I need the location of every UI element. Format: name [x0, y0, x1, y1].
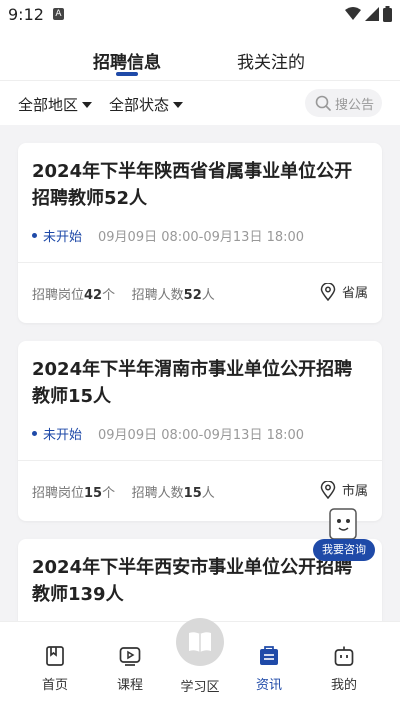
status-text: 未开始 — [43, 428, 83, 443]
status-badge: 未开始 — [32, 424, 82, 443]
positions-unit: 个 — [102, 288, 116, 303]
status-filter[interactable]: 全部状态 — [109, 94, 184, 115]
active-tab-indicator — [116, 72, 138, 76]
divider — [18, 460, 382, 461]
location-text: 市属 — [341, 484, 368, 499]
job-card-title: 2024年下半年陕西省省属事业单位公开招聘教师52人 — [32, 161, 353, 209]
job-location: 省属 — [320, 282, 368, 301]
location-pin-icon — [320, 282, 336, 301]
status-dot — [32, 233, 37, 238]
news-icon — [260, 646, 278, 665]
robot-face-icon — [334, 646, 354, 666]
nav-home[interactable]: 首页 — [25, 644, 85, 693]
status-icons — [345, 6, 392, 22]
positions-count: 15 — [84, 486, 103, 501]
people-label: 招聘人数 — [131, 486, 184, 501]
consult-button[interactable]: 我要咨询 — [313, 505, 375, 561]
nav-courses[interactable]: 课程 — [100, 644, 160, 693]
tab-my-following[interactable]: 我关注的 — [237, 48, 305, 73]
nav-label: 资讯 — [255, 678, 282, 693]
nav-news[interactable]: 资讯 — [239, 644, 299, 693]
status-filter-label: 全部状态 — [109, 96, 170, 114]
caret-down-icon — [82, 101, 93, 108]
region-filter-label: 全部地区 — [18, 96, 79, 114]
bottom-nav: 首页 课程 学习区 资讯 我的 — [0, 618, 400, 712]
signal-icon — [365, 7, 379, 21]
positions-label: 招聘岗位 — [32, 288, 85, 303]
job-stats: 招聘岗位42个 招聘人数52人 — [32, 284, 215, 303]
status-dot — [32, 431, 37, 436]
battery-icon — [383, 6, 392, 22]
time-range: 09月09日 08:00-09月13日 18:00 — [98, 230, 305, 245]
region-filter[interactable]: 全部地区 — [18, 94, 93, 115]
divider — [18, 262, 382, 263]
people-count: 52 — [183, 288, 202, 303]
search-input[interactable]: 搜公告 — [305, 89, 382, 117]
caret-down-icon — [173, 101, 184, 108]
job-card-title: 2024年下半年渭南市事业单位公开招聘教师15人 — [32, 359, 353, 407]
status-text: 未开始 — [43, 230, 83, 245]
top-tab-bar: 招聘信息 我关注的 — [0, 30, 400, 81]
job-location: 市属 — [320, 480, 368, 499]
positions-label: 招聘岗位 — [32, 486, 85, 501]
nav-study-area[interactable]: 学习区 — [170, 676, 230, 695]
search-placeholder: 搜公告 — [335, 97, 375, 113]
people-label: 招聘人数 — [131, 288, 184, 303]
people-unit: 人 — [201, 288, 215, 303]
home-book-icon — [46, 646, 64, 666]
status-badge: 未开始 — [32, 226, 82, 245]
tab-recruitment-info[interactable]: 招聘信息 — [93, 48, 161, 73]
job-card[interactable]: 2024年下半年陕西省省属事业单位公开招聘教师52人 未开始 09月09日 08… — [18, 143, 382, 323]
location-pin-icon — [320, 480, 336, 499]
nav-label: 课程 — [116, 678, 143, 693]
nav-label: 学习区 — [180, 680, 220, 695]
positions-count: 42 — [84, 288, 103, 303]
status-bar: 9:12 A — [0, 0, 400, 30]
job-stats: 招聘岗位15个 招聘人数15人 — [32, 482, 215, 501]
positions-unit: 个 — [102, 486, 116, 501]
job-card[interactable]: 2024年下半年渭南市事业单位公开招聘教师15人 未开始 09月09日 08:0… — [18, 341, 382, 521]
play-icon — [119, 647, 141, 666]
location-text: 省属 — [341, 286, 368, 301]
nav-label: 我的 — [330, 678, 357, 693]
search-icon — [315, 95, 331, 111]
wifi-icon — [345, 7, 361, 20]
sim-icon: A — [53, 8, 64, 20]
status-time: 9:12 — [8, 5, 44, 24]
people-unit: 人 — [201, 486, 215, 501]
consult-label: 我要咨询 — [313, 539, 375, 561]
nav-mine[interactable]: 我的 — [314, 644, 374, 693]
study-area-button-bg[interactable] — [176, 618, 224, 666]
people-count: 15 — [183, 486, 202, 501]
job-card-title: 2024年下半年西安市事业单位公开招聘教师139人 — [32, 557, 353, 605]
nav-label: 首页 — [41, 678, 68, 693]
open-book-icon — [189, 632, 211, 652]
time-range: 09月09日 08:00-09月13日 18:00 — [98, 428, 305, 443]
